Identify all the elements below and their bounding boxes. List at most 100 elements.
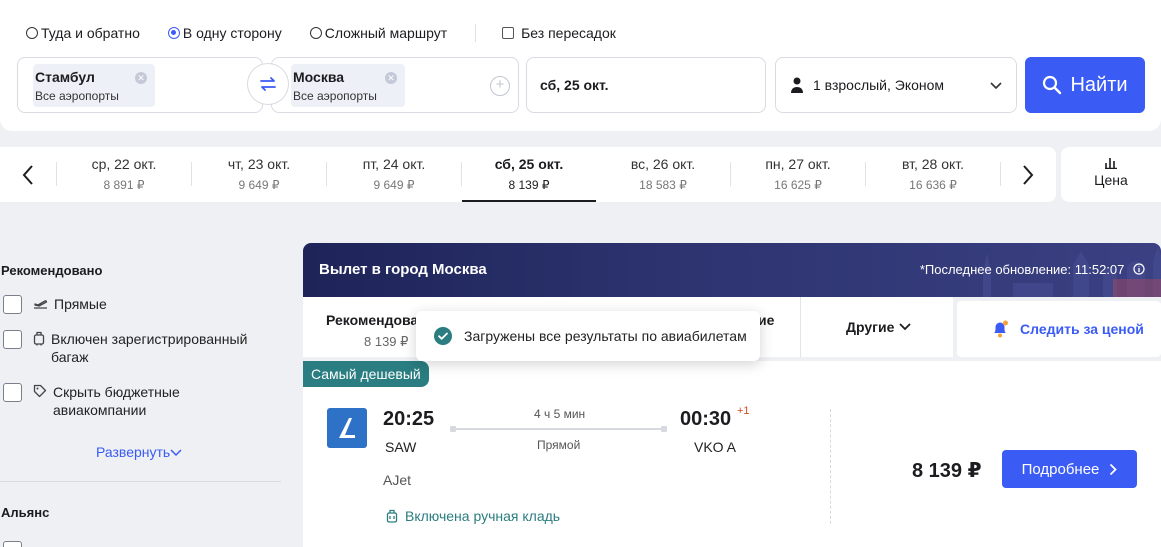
bar-chart-icon: [1105, 158, 1117, 170]
search-panel: Туда и обратно В одну сторону Сложный ма…: [0, 0, 1161, 131]
price-watch-button[interactable]: Следить за ценой: [957, 301, 1161, 357]
plane-takeoff-icon: [34, 300, 48, 309]
expand-label: Развернуть: [96, 444, 171, 460]
date-option-price: 9 649 ₽: [373, 178, 415, 192]
date-option-date: пн, 27 окт.: [765, 156, 831, 172]
swap-icon: [260, 77, 276, 91]
departure-airport: SAW: [385, 439, 417, 455]
sort-recommended-tab[interactable]: Рекомендовано 8 139 ₽: [303, 297, 436, 357]
details-button-label: Подробнее: [1021, 460, 1100, 478]
arrival-time: 00:30: [680, 408, 732, 430]
date-carousel: ср, 22 окт. 8 891 ₽ чт, 23 окт. 9 649 ₽ пт…: [0, 147, 1056, 202]
filter-direct[interactable]: Прямые: [3, 295, 107, 314]
origin-field[interactable]: Стамбул Все аэропорты ✕: [17, 57, 263, 113]
date-option[interactable]: вт, 28 окт. 16 636 ₽: [866, 147, 1000, 202]
divider: [830, 409, 831, 524]
stops-label: Прямой: [537, 438, 581, 452]
checkbox-icon[interactable]: [3, 330, 22, 349]
passengers-field[interactable]: 1 взрослый, Эконом: [775, 57, 1017, 113]
date-option-price: 16 636 ₽: [909, 178, 957, 192]
date-field[interactable]: сб, 25 окт.: [526, 57, 766, 113]
date-option-date: сб, 25 окт.: [494, 156, 564, 172]
banner-title: Вылет в город Москва: [319, 261, 487, 278]
date-option-price: 8 891 ₽: [103, 178, 145, 192]
filter-label: Скрыть бюджетные авиакомпании: [53, 384, 180, 418]
next-dates-button[interactable]: [1000, 147, 1056, 202]
date-option[interactable]: ср, 22 окт. 8 891 ₽: [57, 147, 191, 202]
sort-other-label: Другие: [846, 319, 895, 335]
flight-duration: 4 ч 5 мин: [534, 407, 586, 421]
hand-luggage-info: Включена ручная кладь: [386, 508, 560, 524]
swap-cities-button[interactable]: [247, 63, 289, 105]
route-line: [450, 426, 667, 432]
last-updated-label: *Последнее обновление: 11:52:07: [920, 262, 1145, 277]
hand-luggage-label: Включена ручная кладь: [405, 508, 561, 524]
tag-icon: [33, 384, 47, 398]
radio-dot-icon: [167, 27, 180, 39]
chevron-down-icon: [899, 323, 911, 331]
sort-recommended-label: Рекомендовано: [326, 312, 436, 328]
radio-one-way[interactable]: В одну сторону: [167, 25, 282, 41]
alliance-heading: Альянс: [1, 505, 50, 520]
date-option[interactable]: вс, 26 окт. 18 583 ₽: [596, 147, 730, 202]
next-day-indicator: +1: [737, 405, 750, 417]
filter-hide-budget[interactable]: Скрыть бюджетные авиакомпании: [3, 383, 203, 419]
filter-label: Включен зарегистрированный багаж: [51, 331, 248, 365]
date-option[interactable]: чт, 23 окт. 9 649 ₽: [192, 147, 326, 202]
date-option-selected[interactable]: сб, 25 окт. 8 139 ₽: [462, 147, 596, 202]
radio-label: Туда и обратно: [41, 25, 140, 41]
prev-dates-button[interactable]: [0, 147, 56, 202]
checkbox-icon[interactable]: [3, 383, 22, 402]
date-option[interactable]: пн, 27 окт. 16 625 ₽: [731, 147, 865, 202]
last-updated-text: *Последнее обновление: 11:52:07: [919, 262, 1125, 277]
destination-banner: Вылет в город Москва *Последнее обновлен…: [303, 243, 1161, 297]
sort-recommended-price: 8 139 ₽: [364, 334, 409, 349]
trip-type-selector: Туда и обратно В одну сторону Сложный ма…: [26, 23, 616, 43]
divider: [800, 297, 801, 357]
toast-text: Загружены все результаты по авиабилетам: [464, 328, 747, 344]
sort-fastest-tab[interactable]: ие: [758, 312, 798, 332]
suitcase-icon: [33, 331, 45, 346]
arrival-airport: VKO A: [694, 439, 737, 455]
details-button[interactable]: Подробнее: [1002, 450, 1137, 488]
search-button[interactable]: Найти: [1025, 57, 1145, 113]
nonstop-label: Без пересадок: [521, 25, 616, 41]
flight-card[interactable]: 20:25 SAW 4 ч 5 мин Прямой 00:30 +1 VKO …: [303, 361, 1161, 547]
nonstop-checkbox[interactable]: Без пересадок: [502, 25, 616, 41]
date-option[interactable]: пт, 24 окт. 9 649 ₽: [327, 147, 461, 202]
flight-price: 8 139 ₽: [912, 460, 982, 482]
radio-label: В одну сторону: [182, 25, 282, 41]
radio-round-trip[interactable]: Туда и обратно: [26, 25, 140, 41]
filter-alliance-item[interactable]: [3, 541, 33, 547]
search-button-label: Найти: [1070, 73, 1128, 96]
expand-filters-link[interactable]: Развернуть: [96, 444, 182, 460]
price-chart-tab[interactable]: Цена: [1061, 147, 1161, 202]
divider: [0, 481, 281, 482]
price-tab-label: Цена: [1094, 172, 1128, 188]
date-option-price: 9 649 ₽: [238, 178, 280, 192]
checkbox-icon[interactable]: [3, 541, 22, 547]
hand-luggage-icon: [386, 509, 398, 523]
divider: [475, 24, 477, 42]
radio-multi-city[interactable]: Сложный маршрут: [309, 25, 448, 41]
bell-icon: [994, 320, 1008, 338]
origin-airports: Все аэропорты: [35, 89, 119, 103]
destination-chip[interactable]: Москва Все аэропорты ✕: [291, 64, 405, 107]
add-destination-icon[interactable]: +: [490, 76, 510, 96]
radio-dot-icon: [309, 27, 322, 39]
origin-chip[interactable]: Стамбул Все аэропорты ✕: [33, 64, 155, 107]
checkbox-icon[interactable]: [3, 295, 22, 314]
radio-label: Сложный маршрут: [324, 25, 448, 41]
radio-dot-icon: [26, 27, 38, 39]
info-icon[interactable]: [1133, 263, 1145, 275]
sort-other-dropdown[interactable]: Другие: [846, 319, 912, 335]
ajet-logo-icon: [339, 418, 355, 438]
departure-time: 20:25: [383, 408, 435, 430]
destination-field[interactable]: Москва Все аэропорты ✕ +: [271, 57, 519, 113]
clear-destination-icon[interactable]: ✕: [385, 72, 397, 84]
clear-origin-icon[interactable]: ✕: [135, 72, 147, 84]
date-option-price: 16 625 ₽: [774, 178, 822, 192]
filter-checked-baggage[interactable]: Включен зарегистрированный багаж: [3, 330, 273, 366]
date-option-date: вт, 28 окт.: [901, 156, 965, 172]
chevron-right-icon: [1110, 463, 1118, 475]
